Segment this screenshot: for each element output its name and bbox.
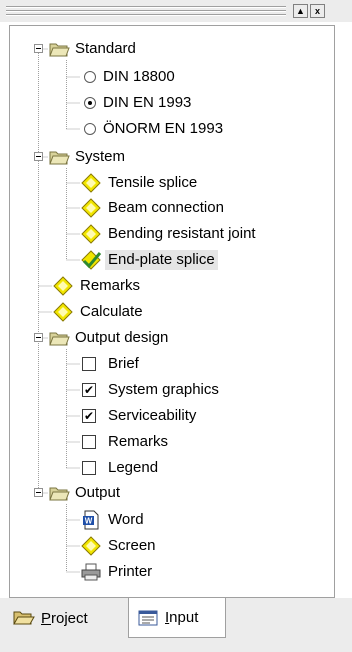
grip-line xyxy=(6,11,286,12)
folder-open-icon xyxy=(49,151,70,165)
printer-icon xyxy=(81,563,101,581)
node-label: Legend xyxy=(108,459,159,476)
node-label: Word xyxy=(108,511,144,528)
node-label: System xyxy=(75,148,126,165)
diamond-checked-icon xyxy=(81,250,102,270)
radio-button[interactable] xyxy=(84,123,96,135)
tree-node-output-design[interactable]: Output design xyxy=(10,326,310,350)
diamond-icon xyxy=(53,302,73,322)
node-label: Output xyxy=(75,484,121,501)
node-label: DIN EN 1993 xyxy=(103,94,192,111)
tree-item-word[interactable]: W Word xyxy=(10,508,310,532)
form-icon xyxy=(138,610,158,625)
node-label: Beam connection xyxy=(108,199,224,216)
folder-open-icon xyxy=(49,43,70,57)
checkbox-remarks[interactable]: Remarks xyxy=(10,430,310,454)
word-document-icon: W xyxy=(83,510,99,530)
diamond-icon xyxy=(81,173,101,193)
tree-item-beam-connection[interactable]: Beam connection xyxy=(10,196,310,220)
node-label: Tensile splice xyxy=(108,174,198,191)
radio-button[interactable] xyxy=(84,71,96,83)
collapse-toggle[interactable] xyxy=(34,152,43,161)
tree-item-calculate[interactable]: Calculate xyxy=(10,300,310,324)
tab-label: Project xyxy=(41,609,88,627)
tab-input[interactable]: Input xyxy=(128,598,226,638)
checkbox-legend[interactable]: Legend xyxy=(10,456,310,480)
node-label-selected: End-plate splice xyxy=(105,250,218,270)
diamond-icon xyxy=(81,224,101,244)
checkbox-system-graphics[interactable]: ✔ System graphics xyxy=(10,378,310,402)
node-label: Brief xyxy=(108,355,139,372)
folder-open-icon xyxy=(49,487,70,501)
tree-item-tensile-splice[interactable]: Tensile splice xyxy=(10,171,310,195)
bottom-tab-bar: Project Input xyxy=(0,598,352,652)
tree-item-screen[interactable]: Screen xyxy=(10,534,310,558)
grip-line xyxy=(6,7,286,8)
radio-button-selected[interactable] xyxy=(84,97,96,109)
grip-line xyxy=(6,15,286,16)
check-mark-icon: ✔ xyxy=(84,409,95,423)
open-folder-icon xyxy=(13,611,35,625)
tree-view[interactable]: Standard DIN 18800 DIN EN 1993 ÖNORM EN … xyxy=(9,25,335,598)
checkbox[interactable] xyxy=(82,435,96,449)
node-label: Serviceability xyxy=(108,407,197,424)
tree-node-system[interactable]: System xyxy=(10,145,310,169)
checkbox[interactable] xyxy=(82,357,96,371)
node-label: DIN 18800 xyxy=(103,68,175,85)
folder-open-icon xyxy=(49,332,70,346)
panel-titlebar: ▲ x xyxy=(0,0,352,22)
radio-option-din-18800[interactable]: DIN 18800 xyxy=(10,65,310,89)
collapse-toggle[interactable] xyxy=(34,333,43,342)
check-mark-icon: ✔ xyxy=(84,383,95,397)
collapse-toggle[interactable] xyxy=(34,488,43,497)
node-label: System graphics xyxy=(108,381,219,398)
node-label: Bending resistant joint xyxy=(108,225,256,242)
tree-item-end-plate-splice[interactable]: End-plate splice xyxy=(10,248,310,272)
checkbox-serviceability[interactable]: ✔ Serviceability xyxy=(10,404,310,428)
node-label: Remarks xyxy=(80,277,141,294)
node-label: Screen xyxy=(108,537,156,554)
tree-item-printer[interactable]: Printer xyxy=(10,560,310,584)
checkbox-brief[interactable]: Brief xyxy=(10,352,310,376)
tree-node-standard[interactable]: Standard xyxy=(10,37,310,61)
node-label: Printer xyxy=(108,563,153,580)
tab-label: Input xyxy=(165,609,199,626)
node-label: Output design xyxy=(75,329,169,346)
radio-option-onorm-en-1993[interactable]: ÖNORM EN 1993 xyxy=(10,117,310,141)
checkbox-checked[interactable]: ✔ xyxy=(82,383,96,397)
tab-project[interactable]: Project xyxy=(9,602,131,634)
tree-node-output[interactable]: Output xyxy=(10,481,310,505)
diamond-icon xyxy=(53,276,73,296)
tree-item-remarks[interactable]: Remarks xyxy=(10,274,310,298)
node-label: Calculate xyxy=(80,303,143,320)
node-label: Remarks xyxy=(108,433,169,450)
checkbox-checked[interactable]: ✔ xyxy=(82,409,96,423)
svg-text:W: W xyxy=(85,517,93,526)
collapse-up-button[interactable]: ▲ xyxy=(293,4,308,18)
diamond-icon xyxy=(81,536,101,556)
close-button[interactable]: x xyxy=(310,4,325,18)
diamond-icon xyxy=(81,198,101,218)
node-label: Standard xyxy=(75,40,136,57)
collapse-toggle[interactable] xyxy=(34,44,43,53)
tree-item-bending-resistant-joint[interactable]: Bending resistant joint xyxy=(10,222,330,246)
checkbox[interactable] xyxy=(82,461,96,475)
radio-option-din-en-1993[interactable]: DIN EN 1993 xyxy=(10,91,310,115)
node-label: ÖNORM EN 1993 xyxy=(103,120,224,137)
